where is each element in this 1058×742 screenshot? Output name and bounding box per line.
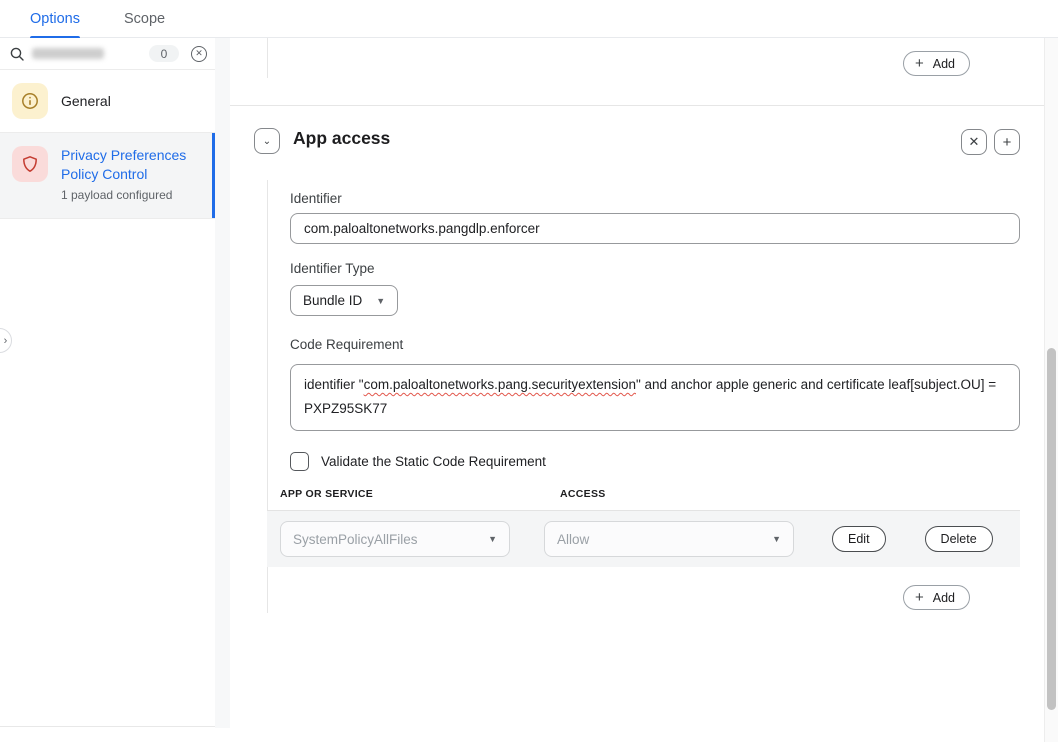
table-row: SystemPolicyAllFiles ▼ Allow ▼ Edit Dele… [267, 510, 1020, 567]
collapse-section-button[interactable]: ⌄ [254, 128, 280, 154]
plus-icon: + [915, 590, 924, 605]
tab-bar: Options Scope [0, 0, 1058, 38]
add-button-label: Add [933, 591, 955, 605]
app-or-service-value: SystemPolicyAllFiles [293, 532, 418, 547]
table-header: APP OR SERVICE ACCESS [267, 488, 1020, 510]
search-query-redacted[interactable] [32, 48, 104, 59]
validate-checkbox[interactable] [290, 452, 309, 471]
remove-section-button[interactable]: ✕ [961, 129, 987, 155]
code-requirement-textarea[interactable]: identifier "com.paloaltonetworks.pang.se… [290, 364, 1020, 431]
payload-search-bar[interactable]: 0 ✕ [0, 38, 215, 70]
close-icon: ✕ [969, 134, 980, 150]
scrollbar-track[interactable] [1044, 38, 1058, 742]
sidebar-item-privacy-preferences[interactable]: Privacy Preferences Policy Control 1 pay… [0, 133, 215, 219]
sidebar-item-label: Privacy Preferences Policy Control [61, 146, 203, 184]
section-divider [230, 105, 1044, 106]
validate-checkbox-row: Validate the Static Code Requirement [290, 452, 546, 471]
chevron-down-icon: ⌄ [263, 136, 271, 147]
delete-button[interactable]: Delete [925, 526, 993, 552]
code-requirement-prefix: identifier " [304, 377, 364, 392]
app-access-table: APP OR SERVICE ACCESS SystemPolicyAllFil… [267, 488, 1020, 567]
identifier-input[interactable] [290, 213, 1020, 244]
add-row-button-top[interactable]: + Add [903, 51, 970, 76]
identifier-type-label: Identifier Type [290, 261, 375, 276]
access-value: Allow [557, 532, 589, 547]
column-header-app-or-service: APP OR SERVICE [280, 488, 560, 500]
shield-icon [12, 146, 48, 182]
search-icon [10, 47, 24, 61]
payload-sidebar: 0 ✕ General Privacy Preferences Policy C… [0, 38, 215, 727]
tab-scope[interactable]: Scope [124, 0, 165, 38]
add-button-label: Add [933, 57, 955, 71]
search-clear-icon[interactable]: ✕ [191, 46, 207, 62]
chevron-right-icon: › [4, 335, 8, 347]
app-or-service-select[interactable]: SystemPolicyAllFiles ▼ [280, 521, 510, 557]
payload-count-label: 1 payload configured [61, 186, 203, 205]
caret-down-icon: ▼ [376, 296, 385, 306]
caret-down-icon: ▼ [772, 534, 781, 544]
identifier-label: Identifier [290, 191, 342, 206]
plus-icon: + [1003, 134, 1012, 151]
sidebar-item-general[interactable]: General [0, 70, 215, 133]
identifier-type-select[interactable]: Bundle ID ▼ [290, 285, 398, 316]
code-requirement-identifier: com.paloaltonetworks.pang.securityextens… [364, 377, 636, 392]
sidebar-item-text: Privacy Preferences Policy Control 1 pay… [61, 146, 203, 205]
edit-button[interactable]: Edit [832, 526, 886, 552]
access-select[interactable]: Allow ▼ [544, 521, 794, 557]
section-title: App access [293, 128, 390, 149]
profile-editor-window: Options Scope 0 ✕ General Privacy Prefer… [0, 0, 1058, 742]
validate-checkbox-label: Validate the Static Code Requirement [321, 454, 546, 469]
caret-down-icon: ▼ [488, 534, 497, 544]
identifier-type-value: Bundle ID [303, 293, 362, 308]
info-icon [12, 83, 48, 119]
add-section-button[interactable]: + [994, 129, 1020, 155]
scrollbar-thumb[interactable] [1047, 348, 1056, 710]
plus-icon: + [915, 56, 924, 71]
sidebar-gutter [215, 38, 230, 728]
sidebar-item-label: General [61, 83, 111, 111]
payload-editor-panel: + Add ⌄ App access ✕ + Identifier Identi… [230, 38, 1044, 742]
add-row-button[interactable]: + Add [903, 585, 970, 610]
tab-options[interactable]: Options [30, 0, 80, 38]
column-header-access: ACCESS [560, 488, 606, 500]
previous-section-indent-line [267, 38, 268, 78]
search-results-badge: 0 [149, 45, 179, 62]
code-requirement-label: Code Requirement [290, 337, 403, 352]
